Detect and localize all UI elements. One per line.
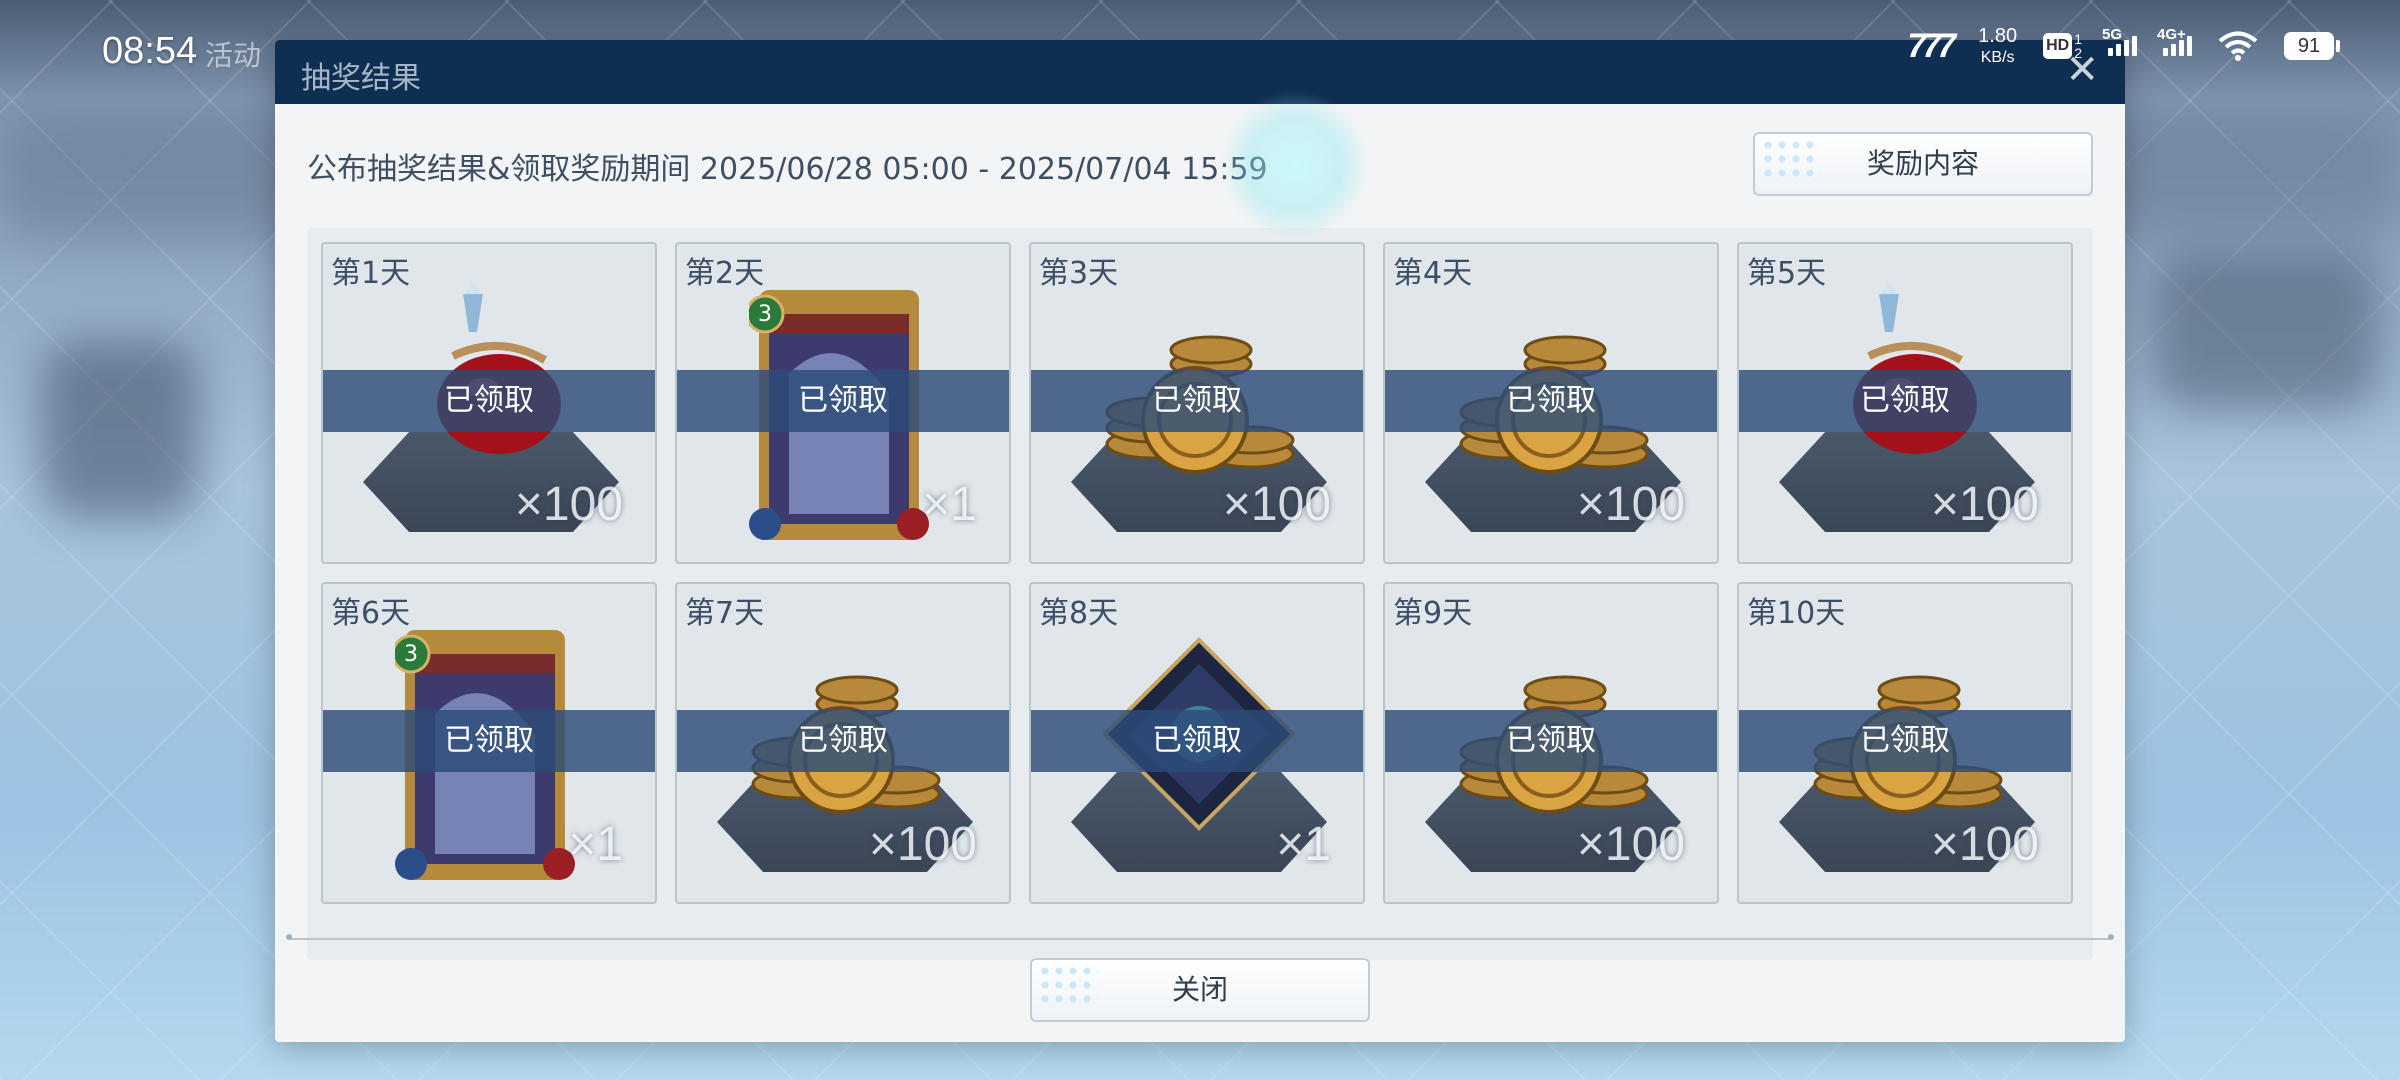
reward-cell[interactable]: 第1天已领取 ×100 [321, 242, 657, 564]
claimed-status: 已领取 [323, 710, 655, 772]
status-bar: 08:54 活动 777 1.80 KB/s HD 12 5G 4G+ 91 [0, 0, 2400, 106]
tap-glow-effect [1220, 90, 1370, 240]
reward-day-label: 第4天 [1393, 256, 1473, 291]
status-icons: 777 1.80 KB/s HD 12 5G 4G+ 91 [1907, 26, 2340, 66]
reward-content-button[interactable]: 奖励内容 [1753, 132, 2093, 196]
reward-quantity: ×100 [1576, 478, 1685, 531]
claimed-status: 已领取 [677, 710, 1009, 772]
reward-quantity: ×100 [1930, 818, 2039, 871]
battery-level: 91 [2284, 32, 2334, 60]
hd-sim-1: 1 [2074, 31, 2082, 47]
battery-icon: 91 [2284, 32, 2340, 60]
reward-quantity: ×100 [1222, 478, 1331, 531]
reward-content-label: 奖励内容 [1866, 147, 1979, 180]
claimed-status: 已领取 [1385, 710, 1717, 772]
hd-sim-2: 2 [2074, 45, 2082, 61]
button-sparkle-decoration [1761, 138, 1821, 178]
svg-text:3: 3 [404, 642, 418, 667]
reward-day-label: 第3天 [1039, 256, 1119, 291]
reward-cell[interactable]: 第7天已领取 ×100 [675, 582, 1011, 904]
reward-day-label: 第7天 [685, 596, 765, 631]
divider [286, 934, 2114, 940]
claimed-status: 已领取 [1739, 370, 2071, 432]
reward-cell[interactable]: 第3天已领取 ×100 [1029, 242, 1365, 564]
claimed-status: 已领取 [1739, 710, 2071, 772]
claimed-status: 已领取 [323, 370, 655, 432]
reward-day-label: 第1天 [331, 256, 411, 291]
background-blur [2150, 250, 2380, 410]
network-speed-unit: KB/s [1980, 49, 2015, 66]
close-button-label: 关闭 [1171, 973, 1228, 1006]
reward-quantity: ×100 [514, 478, 623, 531]
reward-cell[interactable]: 第5天已领取 ×100 [1737, 242, 2073, 564]
wifi-icon [2218, 31, 2258, 61]
reward-cell[interactable]: 第8天已领取 ×1 [1029, 582, 1365, 904]
signal-5g-label: 5G [2102, 26, 2123, 43]
background-blur [40, 340, 200, 520]
reward-day-label: 第6天 [331, 596, 411, 631]
claimed-status: 已领取 [1031, 370, 1363, 432]
button-sparkle-decoration [1038, 964, 1098, 1004]
reward-quantity: ×100 [1930, 478, 2039, 531]
lottery-result-dialog: 抽奖结果 ✕ 公布抽奖结果&领取奖励期间 2025/06/28 05:00 - … [275, 40, 2125, 1042]
reward-cell[interactable]: 3 第2天已领取 ×1 [675, 242, 1011, 564]
svg-text:3: 3 [758, 302, 772, 327]
close-button[interactable]: 关闭 [1030, 958, 1370, 1022]
signal-5g-icon: 5G [2102, 26, 2137, 56]
reward-quantity: ×100 [868, 818, 977, 871]
reward-day-label: 第2天 [685, 256, 765, 291]
signal-4g-icon: 4G+ [2157, 26, 2192, 56]
reward-quantity: ×1 [1276, 818, 1331, 871]
hd-label: HD [2043, 33, 2073, 59]
hd-voice-icon: HD 12 [2043, 32, 2082, 60]
signal-4g-label: 4G+ [2157, 26, 2186, 43]
network-speed-value: 1.80 [1978, 25, 2018, 47]
reward-day-label: 第10天 [1747, 596, 1846, 631]
network-speed: 1.80 KB/s [1978, 26, 2017, 66]
reward-day-label: 第9天 [1393, 596, 1473, 631]
reward-day-label: 第5天 [1747, 256, 1827, 291]
reward-grid: 第1天 已领取 ×100 3 第2天 已领取 ×1 第3天 已领取 ×100 第4天 已领取 ×100 第… [307, 228, 2093, 960]
claimed-status: 已领取 [1031, 710, 1363, 772]
reward-cell[interactable]: 3 第6天已领取 ×1 [321, 582, 657, 904]
claimed-status: 已领取 [1385, 370, 1717, 432]
background-game-label: 活动 [205, 39, 262, 72]
reward-quantity: ×1 [568, 818, 623, 871]
reward-cell[interactable]: 第4天已领取 ×100 [1383, 242, 1719, 564]
claimed-status: 已领取 [677, 370, 1009, 432]
reward-quantity: ×100 [1576, 818, 1685, 871]
reward-day-label: 第8天 [1039, 596, 1119, 631]
status-time: 08:54 [102, 30, 198, 72]
carrier-logo: 777 [1907, 26, 1956, 65]
reward-quantity: ×1 [922, 478, 977, 531]
reward-cell[interactable]: 第10天已领取 ×100 [1737, 582, 2073, 904]
reward-cell[interactable]: 第9天已领取 ×100 [1383, 582, 1719, 904]
claim-period-text: 公布抽奖结果&领取奖励期间 2025/06/28 05:00 - 2025/07… [307, 152, 1268, 187]
